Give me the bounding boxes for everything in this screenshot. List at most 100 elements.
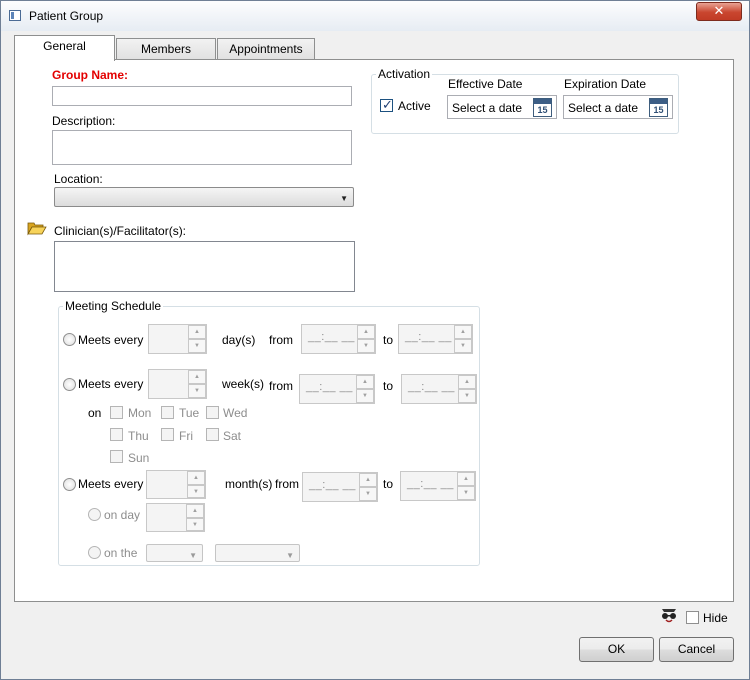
clinicians-list[interactable] <box>54 241 355 292</box>
description-textarea[interactable] <box>52 130 352 165</box>
spin-down-icon: ▼ <box>187 484 205 498</box>
tuesday-label: Tue <box>179 406 200 420</box>
calendar-icon[interactable]: 15 <box>533 98 552 117</box>
general-panel: Group Name: Description: Location: ▼ Cli… <box>14 59 734 602</box>
tuesday-checkbox[interactable] <box>161 406 174 419</box>
spin-down-icon: ▼ <box>188 339 206 353</box>
meets-every-month-label: Meets every <box>78 477 144 491</box>
day-from-time[interactable]: __:__ __ ▲ ▼ <box>301 324 376 354</box>
saturday-label: Sat <box>223 429 242 443</box>
hide-checkbox[interactable] <box>686 611 699 624</box>
spin-down-icon: ▼ <box>186 517 204 531</box>
sunday-label: Sun <box>128 451 150 465</box>
expiration-date-placeholder: Select a date <box>568 101 639 115</box>
spy-glasses-icon <box>662 609 676 623</box>
day-from-label: from <box>269 333 293 347</box>
month-from-label: from <box>275 477 299 491</box>
tab-general[interactable]: General <box>14 35 115 61</box>
activation-label: Activation <box>376 67 433 81</box>
chevron-down-icon: ▼ <box>189 551 197 560</box>
thursday-checkbox[interactable] <box>110 428 123 441</box>
meets-every-day-label: Meets every <box>78 333 144 347</box>
window-icon <box>9 10 21 21</box>
spin-down-icon: ▼ <box>458 389 476 403</box>
spin-down-icon: ▼ <box>188 384 206 398</box>
close-button[interactable]: ✕ <box>696 2 742 21</box>
active-label: Active <box>398 99 431 113</box>
meets-every-month-radio[interactable] <box>63 478 76 491</box>
spin-up-icon: ▲ <box>357 325 375 339</box>
month-to-time[interactable]: __:__ __ ▲ ▼ <box>400 471 476 501</box>
saturday-checkbox[interactable] <box>206 428 219 441</box>
month-from-time[interactable]: __:__ __ ▲ ▼ <box>302 472 378 502</box>
spin-up-icon: ▲ <box>187 471 205 485</box>
spin-up-icon: ▲ <box>186 504 204 518</box>
title-bar: Patient Group ✕ <box>1 1 749 31</box>
wednesday-checkbox[interactable] <box>206 406 219 419</box>
monday-label: Mon <box>128 406 152 420</box>
week-count-stepper[interactable]: ▲ ▼ <box>148 369 207 399</box>
effective-date-placeholder: Select a date <box>452 101 523 115</box>
on-the-label: on the <box>104 546 138 560</box>
chevron-down-icon: ▼ <box>340 194 348 203</box>
tab-members[interactable]: Members <box>116 38 216 60</box>
day-count-stepper[interactable]: ▲ ▼ <box>148 324 207 354</box>
open-folder-icon[interactable] <box>27 220 47 236</box>
expiration-date-label: Expiration Date <box>564 77 647 91</box>
spin-up-icon: ▲ <box>359 473 377 487</box>
wednesday-label: Wed <box>223 406 248 420</box>
chevron-down-icon: ▼ <box>286 551 294 560</box>
description-label: Description: <box>52 114 116 128</box>
ok-button[interactable]: OK <box>579 637 654 662</box>
spin-up-icon: ▲ <box>454 325 472 339</box>
spin-down-icon: ▼ <box>359 487 377 501</box>
friday-label: Fri <box>179 429 193 443</box>
spin-down-icon: ▼ <box>454 339 472 353</box>
tab-appointments[interactable]: Appointments <box>217 38 315 60</box>
on-the-radio[interactable] <box>88 546 101 559</box>
effective-date-picker[interactable]: Select a date 15 <box>447 95 557 119</box>
month-to-label: to <box>383 477 394 491</box>
week-to-time[interactable]: __:__ __ ▲ ▼ <box>401 374 477 404</box>
spin-up-icon: ▲ <box>188 370 206 384</box>
ordinal-select[interactable]: ▼ <box>146 544 203 562</box>
monday-checkbox[interactable] <box>110 406 123 419</box>
location-label: Location: <box>54 172 103 186</box>
calendar-icon[interactable]: 15 <box>649 98 668 117</box>
spin-down-icon: ▼ <box>357 339 375 353</box>
day-to-time[interactable]: __:__ __ ▲ ▼ <box>398 324 473 354</box>
on-day-radio[interactable] <box>88 508 101 521</box>
week-to-label: to <box>383 379 394 393</box>
group-name-label: Group Name: <box>52 68 129 82</box>
day-unit-label: day(s) <box>222 333 256 347</box>
group-name-input[interactable] <box>52 86 352 106</box>
spin-up-icon: ▲ <box>356 375 374 389</box>
patient-group-dialog: Patient Group ✕ General Members Appointm… <box>0 0 750 680</box>
clinicians-label: Clinician(s)/Facilitator(s): <box>54 224 187 238</box>
week-unit-label: week(s) <box>222 377 265 391</box>
on-day-label: on day <box>104 508 141 522</box>
meets-every-day-radio[interactable] <box>63 333 76 346</box>
window-title: Patient Group <box>29 9 104 23</box>
week-from-label: from <box>269 379 293 393</box>
expiration-date-picker[interactable]: Select a date 15 <box>563 95 673 119</box>
thursday-label: Thu <box>128 429 149 443</box>
location-select[interactable]: ▼ <box>54 187 354 207</box>
on-day-stepper[interactable]: ▲ ▼ <box>146 503 205 532</box>
week-from-time[interactable]: __:__ __ ▲ ▼ <box>299 374 375 404</box>
cancel-button[interactable]: Cancel <box>659 637 734 662</box>
spin-down-icon: ▼ <box>356 389 374 403</box>
spin-down-icon: ▼ <box>457 486 475 500</box>
month-count-stepper[interactable]: ▲ ▼ <box>146 470 206 499</box>
friday-checkbox[interactable] <box>161 428 174 441</box>
weekday-select[interactable]: ▼ <box>215 544 300 562</box>
month-unit-label: month(s) <box>225 477 273 491</box>
meets-every-week-label: Meets every <box>78 377 144 391</box>
spin-up-icon: ▲ <box>457 472 475 486</box>
meets-every-week-radio[interactable] <box>63 378 76 391</box>
active-checkbox[interactable] <box>380 97 393 113</box>
spin-up-icon: ▲ <box>458 375 476 389</box>
sunday-checkbox[interactable] <box>110 450 123 463</box>
meeting-schedule-label: Meeting Schedule <box>63 299 164 313</box>
day-to-label: to <box>383 333 394 347</box>
